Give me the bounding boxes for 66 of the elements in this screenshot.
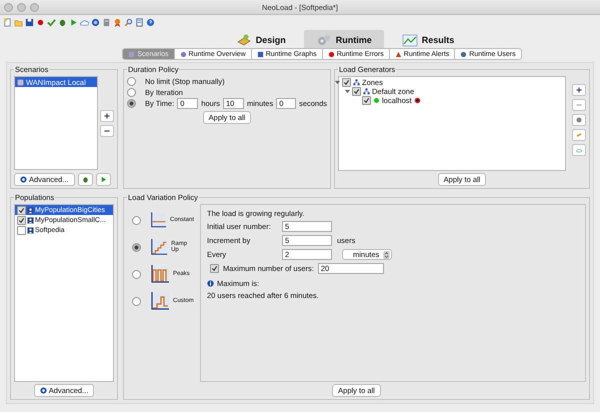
network-icon bbox=[353, 79, 360, 86]
checkbox[interactable] bbox=[17, 206, 26, 214]
plus-icon bbox=[576, 87, 582, 93]
line-chart-icon bbox=[402, 32, 418, 48]
scenario-icon bbox=[17, 78, 24, 86]
help-icon[interactable] bbox=[146, 18, 155, 26]
link-button[interactable] bbox=[572, 129, 586, 141]
status-dot-icon bbox=[373, 97, 380, 104]
checkbox[interactable] bbox=[362, 96, 371, 105]
main-tab[interactable]: Results bbox=[390, 30, 466, 50]
check-icon[interactable] bbox=[47, 18, 56, 26]
info-icon bbox=[207, 280, 214, 287]
gears-icon bbox=[316, 32, 332, 48]
people-icon bbox=[27, 226, 34, 234]
main-tab[interactable]: Runtime bbox=[304, 30, 384, 50]
warning-icon bbox=[394, 50, 402, 58]
bug-button[interactable] bbox=[78, 173, 93, 186]
radio-button[interactable] bbox=[132, 270, 141, 278]
load-graph-icon bbox=[150, 264, 170, 284]
drafting-icon bbox=[236, 32, 252, 48]
circle-button[interactable] bbox=[572, 114, 586, 126]
save-icon[interactable] bbox=[25, 18, 34, 26]
circle-icon bbox=[576, 117, 582, 123]
radio-button[interactable] bbox=[127, 88, 136, 97]
new-file-icon[interactable] bbox=[3, 18, 12, 26]
people-icon bbox=[27, 206, 34, 214]
dot-icon bbox=[180, 50, 187, 58]
error-badge-icon bbox=[414, 97, 421, 104]
play-icon[interactable] bbox=[69, 18, 78, 26]
radio-button[interactable] bbox=[132, 242, 141, 252]
radio-button[interactable] bbox=[132, 296, 141, 306]
disclosure-triangle-icon[interactable] bbox=[335, 80, 340, 85]
plus-icon bbox=[104, 112, 110, 118]
network-icon bbox=[363, 88, 370, 95]
square-icon bbox=[128, 50, 136, 58]
radio-button[interactable] bbox=[127, 77, 136, 86]
load-graph-icon bbox=[150, 291, 170, 311]
magnifier-icon[interactable] bbox=[124, 18, 133, 26]
main-tab[interactable]: Design bbox=[224, 30, 298, 50]
minus-icon bbox=[576, 102, 582, 108]
checkbox[interactable] bbox=[210, 264, 219, 273]
checkbox[interactable] bbox=[352, 87, 361, 96]
document-icon[interactable] bbox=[135, 18, 144, 26]
cloud-icon[interactable] bbox=[80, 18, 89, 26]
checkbox[interactable] bbox=[17, 226, 26, 234]
record-icon[interactable] bbox=[36, 18, 45, 26]
error-icon bbox=[328, 50, 335, 58]
checkbox[interactable] bbox=[17, 216, 26, 224]
square-icon bbox=[256, 50, 264, 58]
play-button[interactable] bbox=[96, 173, 111, 186]
load-graph-icon bbox=[150, 210, 167, 230]
stepper-icon bbox=[383, 250, 390, 258]
radio-button[interactable] bbox=[132, 216, 141, 224]
minus-icon bbox=[104, 128, 110, 134]
people-icon bbox=[27, 216, 34, 224]
cloud-icon bbox=[576, 147, 582, 153]
radio-button[interactable] bbox=[127, 99, 136, 108]
medal-icon[interactable] bbox=[113, 18, 122, 26]
remove-button[interactable] bbox=[100, 124, 114, 136]
disclosure-triangle-icon[interactable] bbox=[345, 89, 350, 94]
play-icon bbox=[100, 176, 107, 183]
load-graph-icon bbox=[150, 237, 168, 257]
checkbox[interactable] bbox=[342, 78, 351, 87]
add-button[interactable] bbox=[572, 84, 586, 96]
server-icon[interactable] bbox=[102, 18, 111, 26]
add-button[interactable] bbox=[100, 110, 114, 122]
